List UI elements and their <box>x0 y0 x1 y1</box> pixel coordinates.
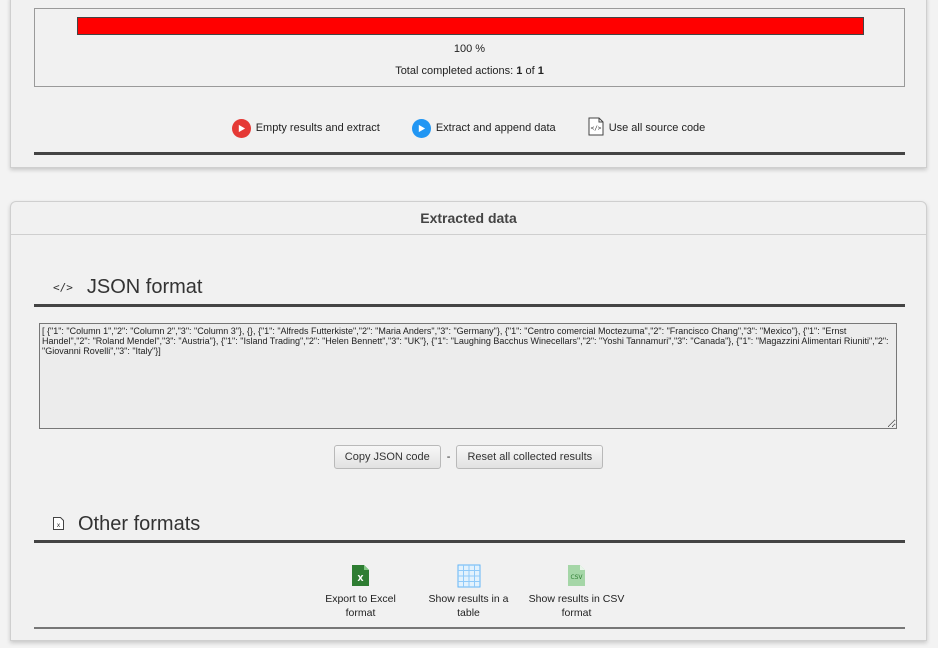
json-output-textarea[interactable]: [ {"1": "Column 1","2": "Column 2","3": … <box>39 323 897 429</box>
json-format-title: JSON format <box>86 276 203 298</box>
extraction-actions: Empty results and extract Extract and ap… <box>11 117 926 139</box>
divider <box>34 540 905 543</box>
json-format-heading: </> JSON format <box>53 276 202 299</box>
empty-and-extract-button[interactable]: Empty results and extract <box>231 118 380 138</box>
show-table-label: Show results in a table <box>428 593 509 619</box>
extracted-data-panel: Extracted data </> JSON format [ {"1": "… <box>10 201 927 641</box>
play-icon <box>231 118 251 138</box>
extract-and-append-button[interactable]: Extract and append data <box>411 118 556 138</box>
extract-and-append-label: Extract and append data <box>435 122 556 134</box>
svg-text:x: x <box>57 522 61 529</box>
export-excel-button[interactable]: X Export to Excel format <box>313 564 409 620</box>
divider <box>34 304 905 307</box>
code-file-icon: </> <box>588 117 604 139</box>
progress-box: 100 % Total completed actions: 1 of 1 <box>34 8 905 87</box>
use-all-source-code-label: Use all source code <box>608 122 706 134</box>
progress-bar <box>77 17 864 35</box>
total-count: 1 <box>537 65 544 77</box>
svg-text:X: X <box>357 574 364 583</box>
json-buttons: Copy JSON code - Reset all collected res… <box>11 445 926 469</box>
divider <box>34 152 905 155</box>
other-formats-list: X Export to Excel format Show results in… <box>11 564 926 620</box>
show-csv-label: Show results in CSV format <box>528 593 625 619</box>
code-icon: </> <box>53 281 73 294</box>
svg-text:</>: </> <box>590 125 601 132</box>
reset-results-button[interactable]: Reset all collected results <box>456 445 604 469</box>
excel-icon: X <box>351 564 370 588</box>
show-csv-button[interactable]: CSV Show results in CSV format <box>529 564 625 620</box>
play-icon <box>411 118 431 138</box>
progress-percent: 100 % <box>453 43 486 55</box>
extraction-progress-panel: 100 % Total completed actions: 1 of 1 Em… <box>10 0 927 168</box>
total-prefix: Total completed actions: <box>395 65 517 77</box>
csv-icon: CSV <box>567 564 586 588</box>
divider <box>34 627 905 629</box>
total-completed-actions: Total completed actions: 1 of 1 <box>35 65 904 77</box>
excel-file-icon: x <box>53 513 64 536</box>
empty-and-extract-label: Empty results and extract <box>255 122 380 134</box>
progress-bar-fill <box>78 18 863 34</box>
csv-icon-text: CSV <box>570 574 583 581</box>
table-icon <box>457 564 481 588</box>
show-table-button[interactable]: Show results in a table <box>421 564 517 620</box>
other-formats-title: Other formats <box>78 513 201 535</box>
use-all-source-code-button[interactable]: </> Use all source code <box>588 117 706 139</box>
other-formats-heading: x Other formats <box>53 513 200 536</box>
of-word: of <box>522 65 538 77</box>
panel-header: Extracted data <box>11 202 926 235</box>
button-separator: - <box>446 451 451 463</box>
export-excel-label: Export to Excel format <box>325 593 396 619</box>
copy-json-button[interactable]: Copy JSON code <box>333 445 441 469</box>
